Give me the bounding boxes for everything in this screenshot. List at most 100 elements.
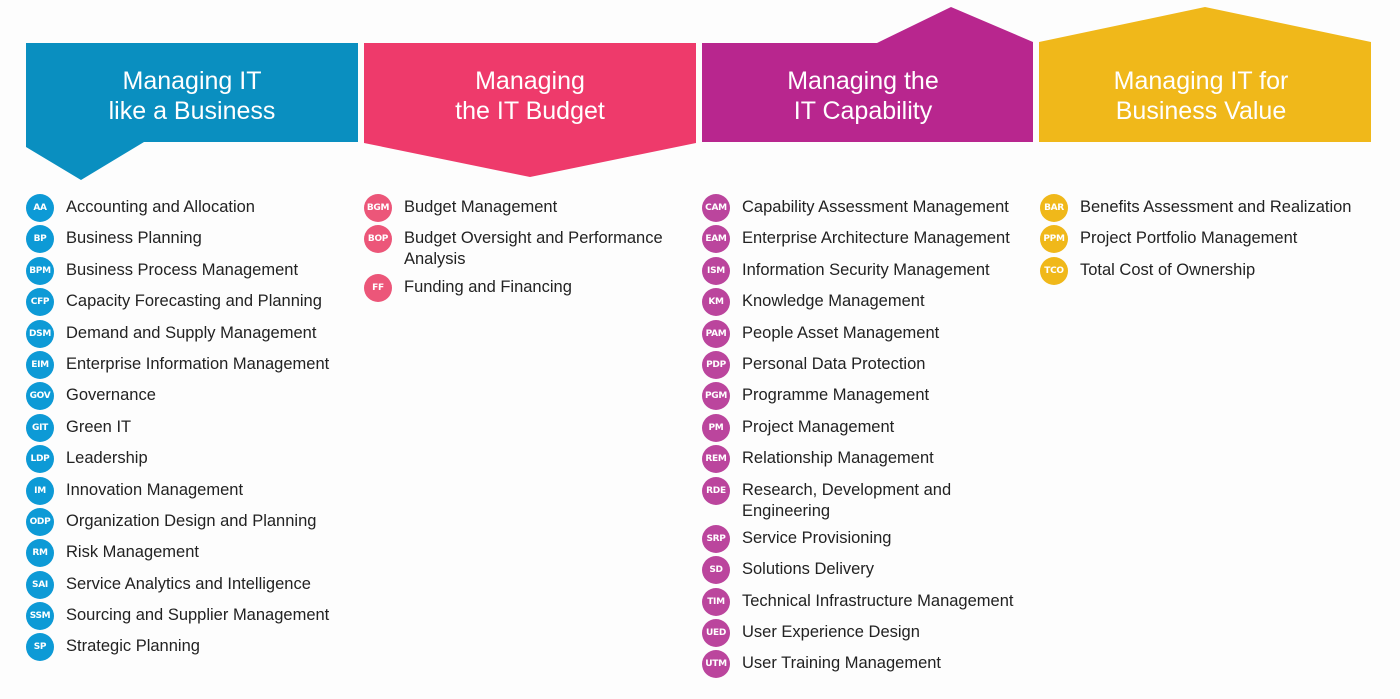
capability-item-rem: REM Relationship Management (702, 445, 1038, 474)
capability-label: Leadership (66, 449, 148, 468)
code-badge: BGM (364, 194, 392, 222)
column-title-value: Managing IT for Business Value (1035, 66, 1367, 126)
capability-label: Capability Assessment Management (742, 198, 1009, 216)
title-line: Business Value (1115, 97, 1287, 125)
capability-item-ssm: SSM Sourcing and Supplier Management (26, 602, 356, 631)
capability-label: Knowledge Management (742, 292, 925, 311)
code-badge: TCO (1040, 256, 1068, 285)
capability-item-sd: SD Solutions Delivery (702, 556, 1038, 585)
capability-label: Project Portfolio Management (1080, 229, 1298, 248)
capability-label: Technical Infrastructure Management (742, 591, 1014, 610)
code-badge: UTM (702, 650, 730, 679)
title-line: IT Capability (793, 97, 933, 125)
code-badge: BAR (1040, 194, 1068, 222)
capability-item-eim: EIM Enterprise Information Management (26, 350, 356, 379)
code-badge: FF (364, 273, 392, 302)
capability-label: Research, Development and Engineering (742, 480, 952, 520)
capability-item-ldp: LDP Leadership (26, 445, 356, 474)
capability-item-sp: SP Strategic Planning (26, 633, 356, 662)
code-badge: SD (702, 556, 730, 585)
code-badge: BOP (364, 225, 392, 254)
capability-label: Programme Management (742, 386, 930, 405)
capability-item-odp: ODP Organization Design and Planning (26, 507, 356, 536)
capability-label: Accounting and Allocation (66, 198, 255, 216)
column-title-business: Managing IT like a Business (26, 66, 358, 126)
capability-label: Solutions Delivery (742, 560, 875, 579)
capability-item-bop: BOP Budget Oversight and Performance Anal… (364, 225, 664, 270)
capability-item-cam: CAM Capability Assessment Management (702, 194, 1038, 222)
capability-item-im: IM Innovation Management (26, 476, 356, 505)
code-badge: CFP (26, 288, 54, 317)
capability-item-pm: PM Project Management (702, 413, 1038, 442)
capability-label: Business Planning (66, 229, 202, 248)
code-badge: PGM (702, 382, 730, 411)
code-badge: SSM (26, 602, 54, 631)
capability-item-sai: SAI Service Analytics and Intelligence (26, 570, 356, 599)
capability-label: Service Provisioning (742, 528, 892, 547)
capability-label: Innovation Management (66, 480, 244, 499)
capability-item-ism: ISM Information Security Management (702, 256, 1038, 285)
capability-list-value: BAR Benefits Assessment and Realization PP… (1040, 194, 1380, 288)
capability-item-bp: BP Business Planning (26, 225, 356, 254)
capability-label: User Experience Design (742, 623, 920, 642)
capability-item-ppm: PPM Project Portfolio Management (1040, 225, 1380, 254)
capability-list-capability: CAM Capability Assessment Management EAM En… (702, 194, 1038, 682)
capability-label: Budget Management (404, 198, 558, 216)
capability-item-aa: AA Accounting and Allocation (26, 194, 356, 222)
capability-label: People Asset Management (742, 323, 940, 342)
title-line: Managing the (787, 67, 939, 95)
code-badge: SAI (26, 570, 54, 599)
capability-item-pam: PAM People Asset Management (702, 319, 1038, 348)
capability-label: Project Management (742, 417, 895, 436)
capability-item-dsm: DSM Demand and Supply Management (26, 319, 356, 348)
code-badge: PAM (702, 319, 730, 348)
capability-list-budget: BGM Budget Management BOP Budget Oversight … (364, 194, 664, 305)
capability-label: Relationship Management (742, 449, 934, 468)
capability-item-utm: UTM User Training Management (702, 650, 1038, 679)
capability-item-tim: TIM Technical Infrastructure Management (702, 587, 1038, 616)
capability-item-pgm: PGM Programme Management (702, 382, 1038, 411)
code-badge: RDE (702, 476, 730, 505)
title-line: like a Business (108, 97, 276, 125)
capability-label: Personal Data Protection (742, 354, 926, 373)
capability-item-ued: UED User Experience Design (702, 619, 1038, 648)
code-badge: GIT (26, 413, 54, 442)
capability-item-gov: GOV Governance (26, 382, 356, 411)
code-badge: RM (26, 539, 54, 568)
title-line: the IT Budget (455, 97, 605, 125)
capability-label: Enterprise Information Management (66, 354, 330, 373)
code-badge: AA (26, 194, 54, 222)
capability-label: Service Analytics and Intelligence (66, 574, 311, 593)
column-title-capability: Managing the IT Capability (697, 66, 1029, 126)
capability-label: Enterprise Architecture Management (742, 229, 1010, 248)
code-badge: PM (702, 413, 730, 442)
capability-label: Benefits Assessment and Realization (1080, 198, 1352, 216)
capability-item-git: GIT Green IT (26, 413, 356, 442)
capability-item-rde: RDE Research, Development and Engineering (702, 476, 1038, 522)
column-title-budget: Managing the IT Budget (364, 66, 696, 126)
code-badge: SRP (702, 524, 730, 553)
code-badge: PPM (1040, 225, 1068, 254)
title-line: Managing IT for (1113, 67, 1289, 95)
code-badge: KM (702, 288, 730, 317)
capability-item-tco: TCO Total Cost of Ownership (1040, 256, 1380, 285)
title-line: Managing IT (122, 67, 262, 95)
capability-label: Sourcing and Supplier Management (66, 606, 330, 625)
capability-item-srp: SRP Service Provisioning (702, 524, 1038, 553)
capability-item-bgm: BGM Budget Management (364, 194, 664, 222)
code-badge: CAM (702, 194, 730, 222)
code-badge: BPM (26, 256, 54, 285)
code-badge: ODP (26, 507, 54, 536)
capability-label: Strategic Planning (66, 637, 200, 656)
capability-label: Information Security Management (742, 260, 990, 279)
capability-label: Green IT (66, 417, 132, 436)
code-badge: UED (702, 619, 730, 648)
code-badge: LDP (26, 445, 54, 474)
code-badge: TIM (702, 587, 730, 616)
code-badge: REM (702, 445, 730, 474)
capability-label: Risk Management (66, 543, 199, 562)
capability-item-rm: RM Risk Management (26, 539, 356, 568)
capability-label: Total Cost of Ownership (1080, 260, 1256, 279)
capability-label: Funding and Financing (404, 277, 572, 296)
code-badge: EAM (702, 225, 730, 254)
